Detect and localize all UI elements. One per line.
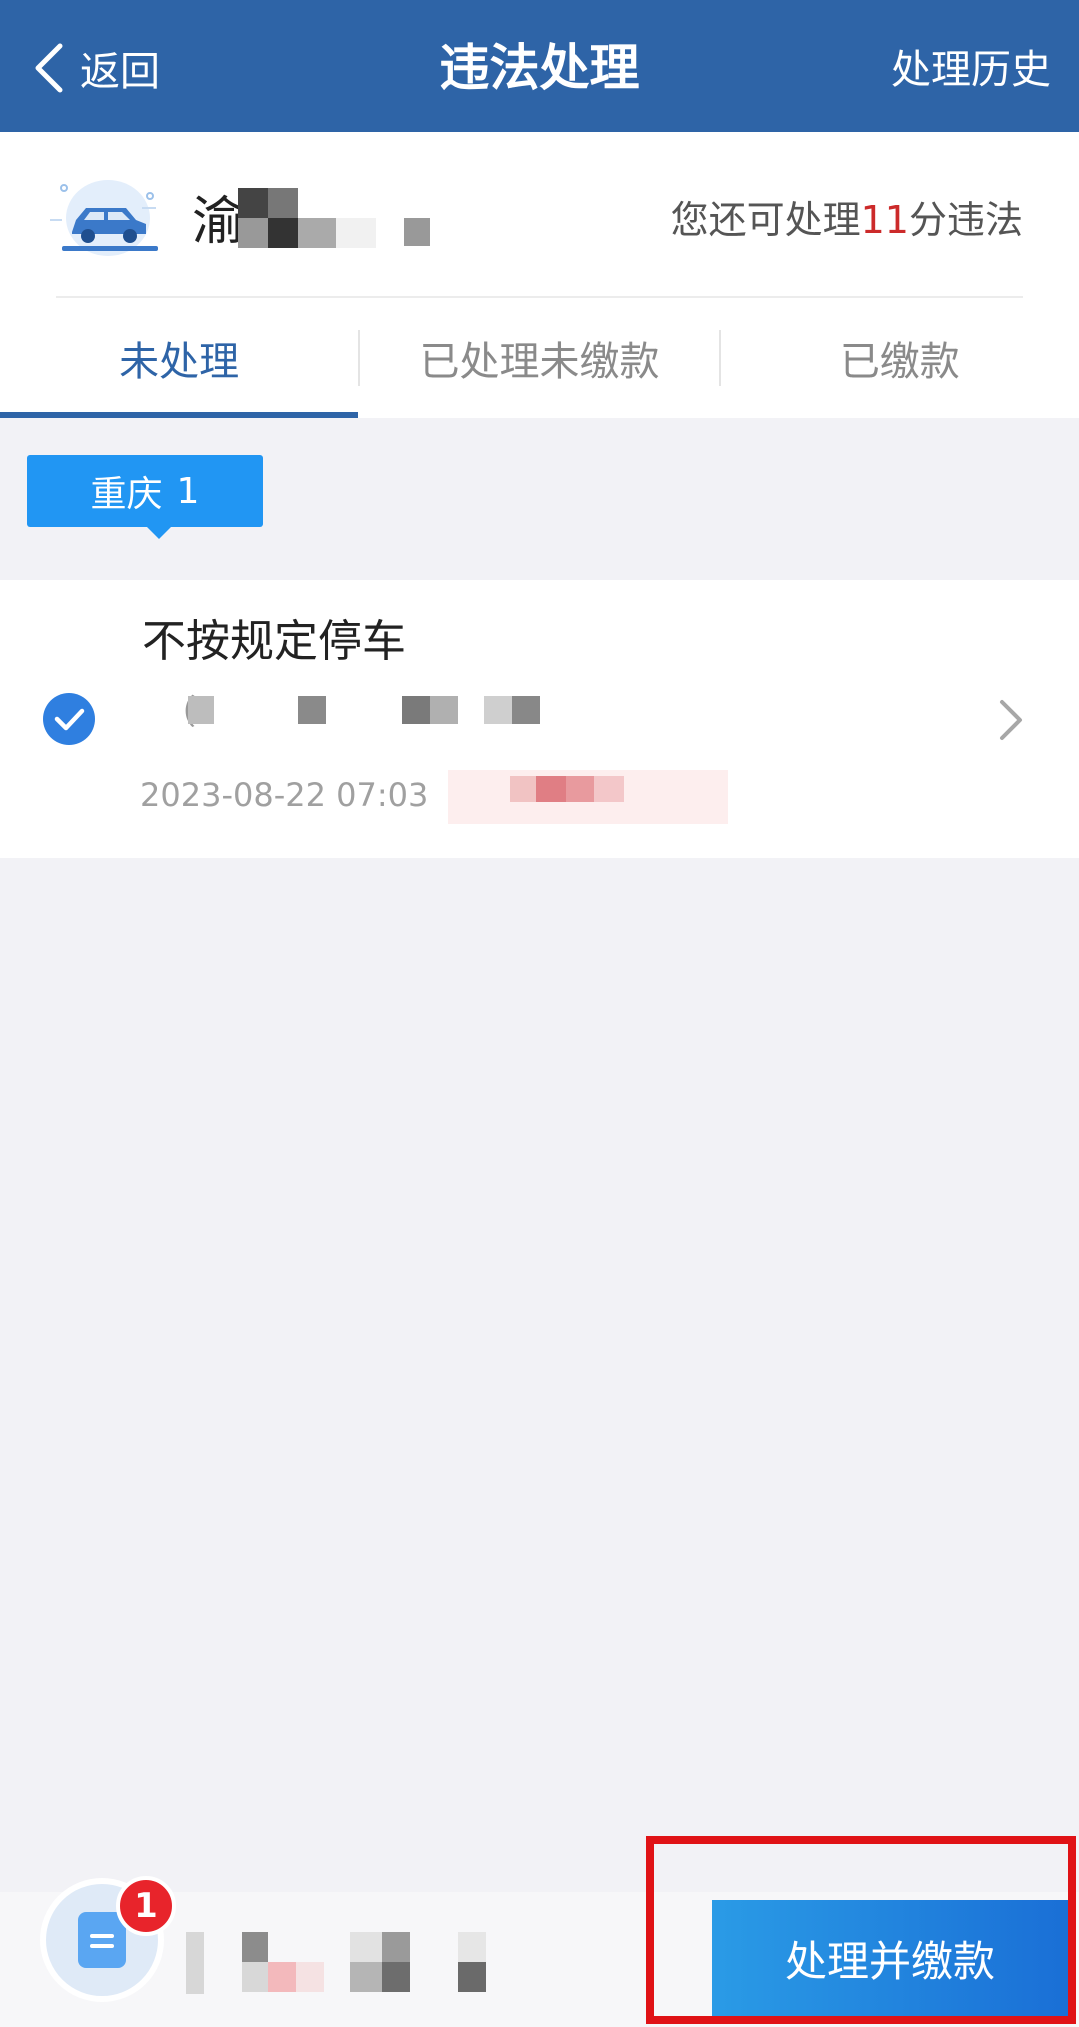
violation-code-redacted xyxy=(188,696,548,726)
tab-paid[interactable]: 已缴款 xyxy=(721,298,1079,418)
tab-unprocessed[interactable]: 未处理 xyxy=(0,298,359,418)
history-link[interactable]: 处理历史 xyxy=(891,42,1051,98)
plate-number-redacted xyxy=(238,188,438,252)
region-name: 重庆 xyxy=(90,474,163,515)
violation-time: 2023-08-22 07:03 xyxy=(140,776,429,814)
violation-fine-redacted xyxy=(448,770,728,824)
remaining-points: 您还可处理11分违法 xyxy=(671,190,1023,250)
quota-suffix: 分违法 xyxy=(908,198,1023,242)
region-filter[interactable]: 重庆 1 xyxy=(27,455,263,539)
tab-processed-unpaid[interactable]: 已处理未缴款 xyxy=(360,298,718,418)
process-and-pay-button[interactable]: 处理并缴款 xyxy=(712,1900,1068,2016)
plate-section: 渝 您还可处理11分违法 xyxy=(0,132,1079,298)
quota-prefix: 您还可处理 xyxy=(670,198,861,242)
count-badge: 1 xyxy=(116,1876,176,1936)
bottom-summary-redacted xyxy=(186,1932,496,1994)
violation-page: 返回 违法处理 处理历史 渝 您还可处理11分违法 未处理 已处理未缴款 已缴款… xyxy=(0,0,1079,2027)
car-icon xyxy=(50,180,158,256)
chevron-right-icon[interactable] xyxy=(996,698,1026,742)
header-bar: 返回 违法处理 处理历史 xyxy=(0,0,1079,132)
violation-title: 不按规定停车 xyxy=(142,616,406,667)
status-tabs: 未处理 已处理未缴款 已缴款 xyxy=(0,298,1079,418)
region-badge: 重庆 1 xyxy=(27,455,263,527)
quota-points: 11 xyxy=(860,198,909,242)
region-pointer xyxy=(147,527,171,539)
region-count: 1 xyxy=(176,470,200,512)
plate-prefix: 渝 xyxy=(192,192,245,252)
check-circle-icon[interactable] xyxy=(42,692,96,746)
